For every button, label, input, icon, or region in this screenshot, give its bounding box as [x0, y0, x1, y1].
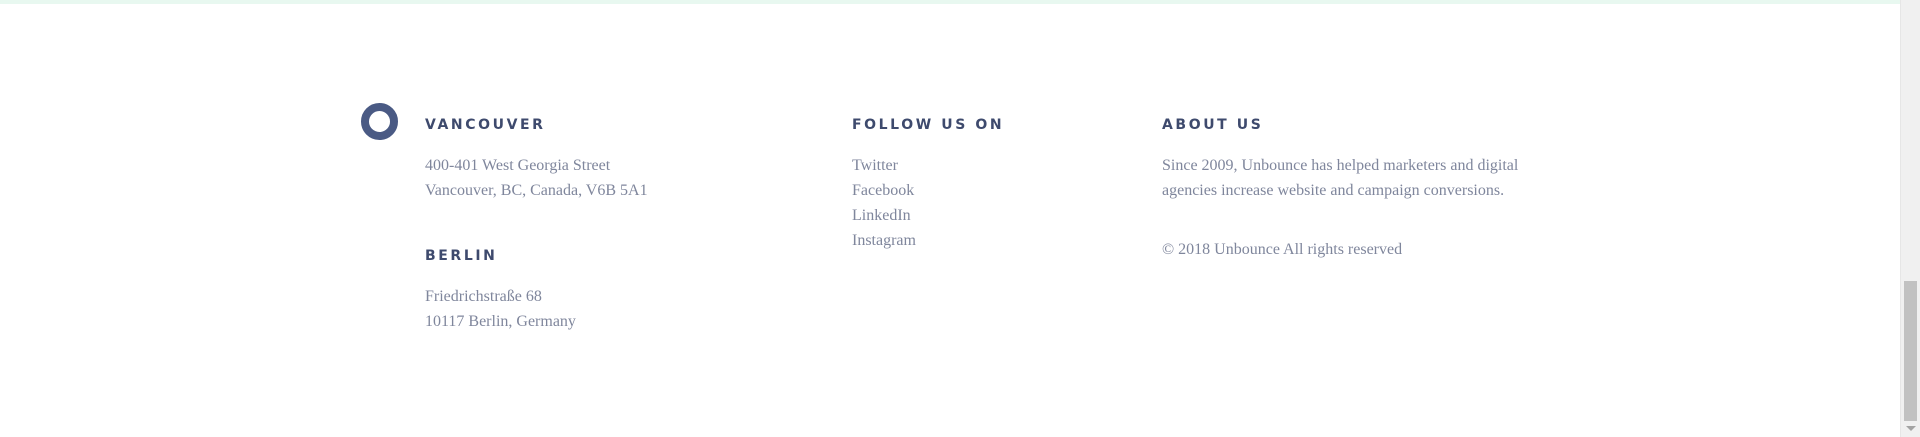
berlin-heading: BERLIN: [425, 248, 498, 264]
vancouver-column: VANCOUVER 400-401 West Georgia Street Va…: [425, 117, 805, 334]
follow-heading: FOLLOW US ON: [852, 117, 1005, 133]
berlin-address-line1: Friedrichstraße 68: [425, 288, 542, 305]
twitter-link[interactable]: Twitter: [852, 153, 1112, 178]
copyright-text: © 2018 Unbounce All rights reserved: [1162, 241, 1403, 258]
about-line1: Since 2009, Unbounce has helped marketer…: [1162, 157, 1519, 174]
top-divider-strip: [0, 0, 1900, 4]
vancouver-heading: VANCOUVER: [425, 117, 546, 133]
facebook-link[interactable]: Facebook: [852, 178, 1112, 203]
vancouver-address-line2: Vancouver, BC, Canada, V6B 5A1: [425, 182, 648, 199]
about-heading: ABOUT US: [1162, 117, 1264, 133]
scroll-down-arrow-icon[interactable]: [1906, 426, 1916, 431]
scrollbar-thumb[interactable]: [1904, 281, 1917, 421]
social-links-list: Twitter Facebook LinkedIn Instagram: [852, 153, 1112, 253]
vertical-scrollbar[interactable]: [1900, 0, 1920, 437]
about-line2: agencies increase website and campaign c…: [1162, 182, 1505, 199]
about-column: ABOUT US Since 2009, Unbounce has helped…: [1162, 117, 1562, 262]
instagram-link[interactable]: Instagram: [852, 228, 1112, 253]
ring-logo-icon[interactable]: [361, 103, 398, 140]
berlin-address-line2: 10117 Berlin, Germany: [425, 313, 576, 330]
vancouver-address-line1: 400-401 West Georgia Street: [425, 157, 611, 174]
about-description: Since 2009, Unbounce has helped marketer…: [1162, 153, 1562, 203]
vancouver-address: 400-401 West Georgia Street Vancouver, B…: [425, 153, 805, 203]
linkedin-link[interactable]: LinkedIn: [852, 203, 1112, 228]
follow-column: FOLLOW US ON Twitter Facebook LinkedIn I…: [852, 117, 1112, 253]
berlin-address: Friedrichstraße 68 10117 Berlin, Germany: [425, 284, 805, 334]
